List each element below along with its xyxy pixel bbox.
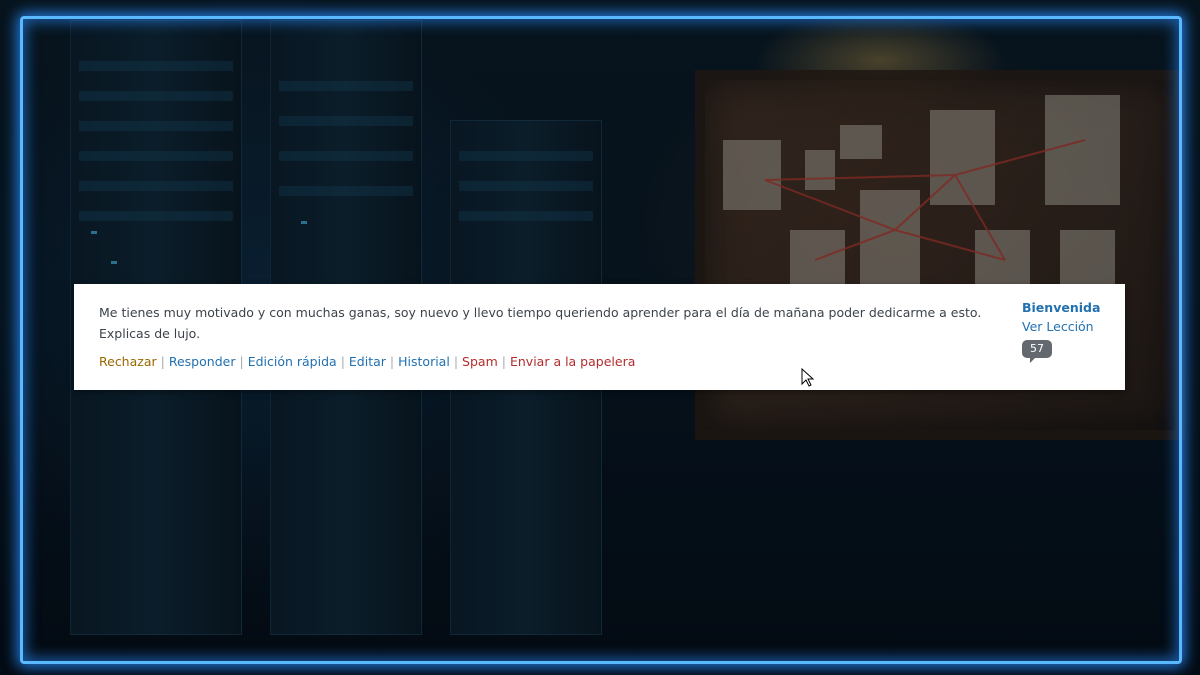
- post-title-link[interactable]: Bienvenida: [1022, 298, 1118, 317]
- trash-link[interactable]: Enviar a la papelera: [510, 354, 635, 369]
- comment-text: Me tienes muy motivado y con muchas gana…: [99, 305, 982, 341]
- comment-row: Me tienes muy motivado y con muchas gana…: [74, 284, 1125, 390]
- action-separator: |: [160, 354, 165, 369]
- edit-link[interactable]: Editar: [349, 354, 386, 369]
- action-separator: |: [389, 354, 395, 369]
- mouse-cursor-icon: [801, 368, 815, 387]
- in-response-to: Bienvenida Ver Lección 57: [1022, 298, 1118, 363]
- comment-count-bubble[interactable]: 57: [1022, 340, 1052, 363]
- row-actions: Rechazar | Responder | Edición rápida | Editar…: [99, 354, 635, 369]
- action-separator: |: [239, 354, 244, 369]
- quick-edit-link[interactable]: Edición rápida: [248, 354, 337, 369]
- action-separator: |: [501, 354, 506, 369]
- spam-link[interactable]: Spam: [462, 354, 498, 369]
- action-separator: |: [453, 354, 459, 369]
- history-link[interactable]: Historial: [398, 354, 450, 369]
- reply-link[interactable]: Responder: [169, 354, 236, 369]
- reject-link[interactable]: Rechazar: [99, 354, 157, 369]
- action-separator: |: [340, 354, 345, 369]
- view-lesson-link[interactable]: Ver Lección: [1022, 317, 1118, 336]
